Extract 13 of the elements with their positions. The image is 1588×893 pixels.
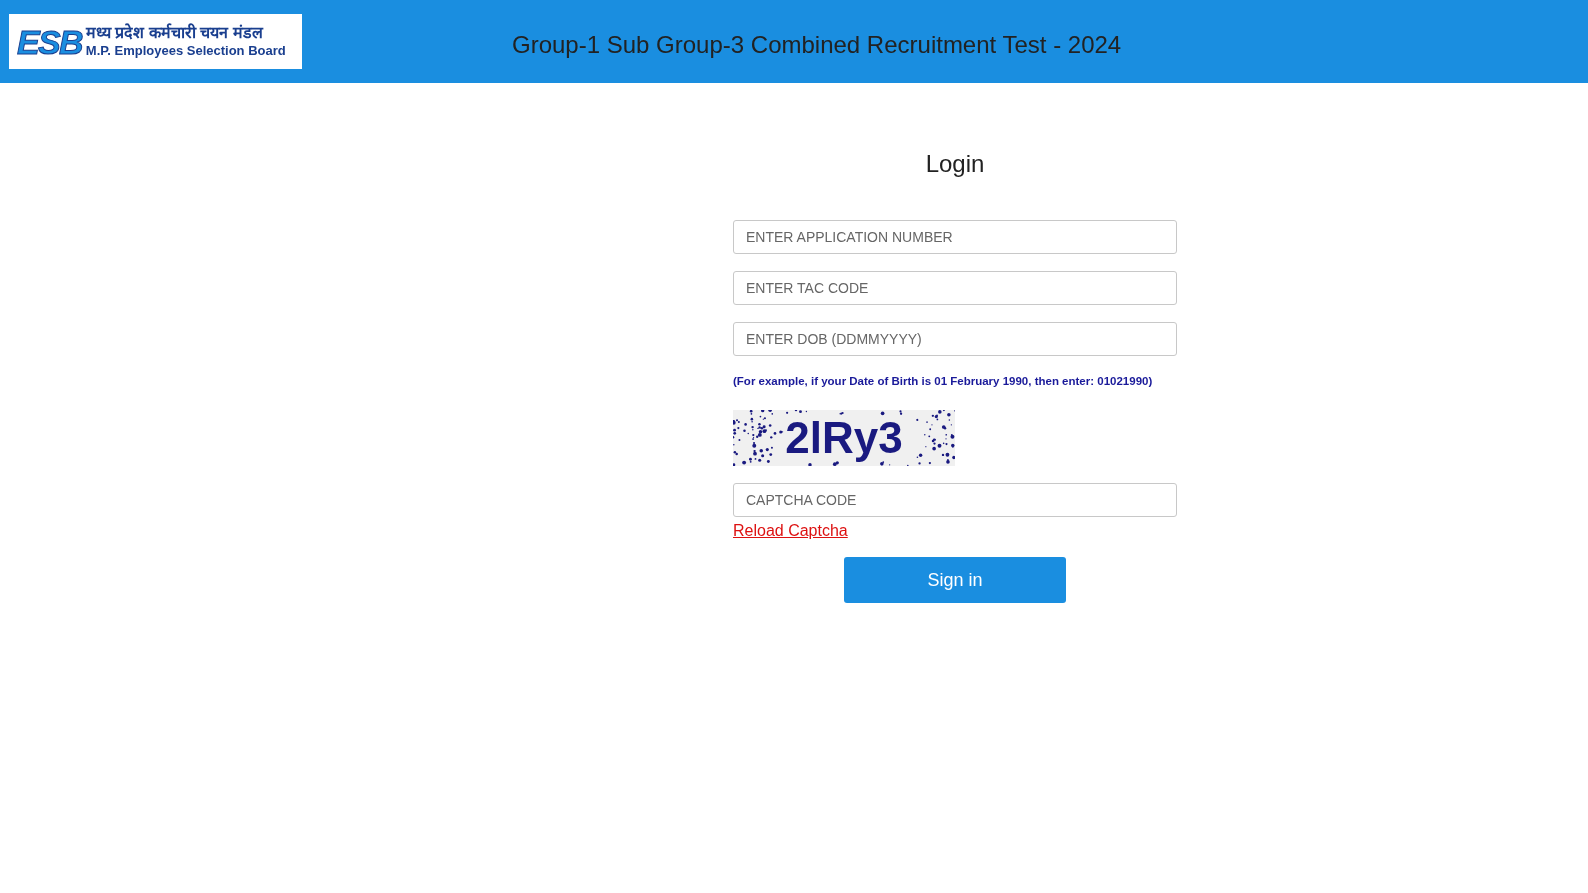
captcha-text: 2lRy3 (785, 416, 903, 461)
input-field[interactable]: ENTER DOB (DDMMYYYY) (733, 322, 1177, 356)
logo-english-text: M.P. Employees Selection Board (85, 43, 286, 60)
input-field[interactable]: ENTER TAC CODE (733, 271, 1177, 305)
login-heading: Login (925, 149, 985, 179)
input-field[interactable]: CAPTCHA CODE (733, 483, 1177, 518)
logo-mark: ESB (17, 24, 82, 59)
page-title: Group-1 Sub Group-3 Combined Recruitment Test - 2024 (512, 30, 1122, 60)
input-field[interactable]: ENTER APPLICATION NUMBER (733, 220, 1177, 254)
logo-hindi-text: मध्य प्रदेश कर्मचारी चयन मंडल (85, 23, 265, 44)
reload-captcha-link[interactable]: Reload Captcha (733, 519, 848, 544)
dob-hint: (For example, if your Date of Birth is 01 February 1990, then enter: 01021990) (733, 374, 1154, 389)
sign-in-button[interactable]: Sign in (844, 557, 1066, 604)
